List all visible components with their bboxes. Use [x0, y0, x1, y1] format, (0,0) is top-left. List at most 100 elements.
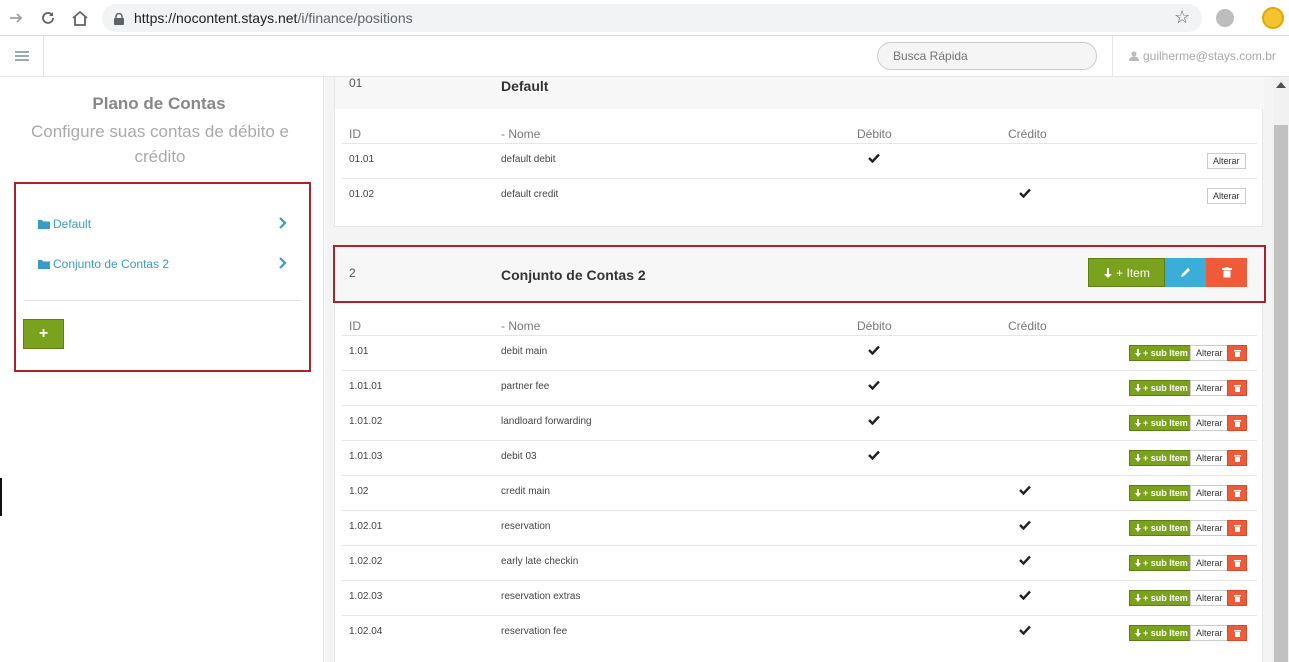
- add-sub-item-label: + sub Item: [1143, 593, 1188, 603]
- arrow-down-icon: [1135, 594, 1141, 602]
- delete-item-button[interactable]: [1227, 380, 1247, 396]
- arrow-down-icon: [1135, 524, 1141, 532]
- table-row: 1.02.03 reservation extras + sub Item Alter…: [342, 580, 1257, 615]
- arrow-down-icon: [1135, 489, 1141, 497]
- sidebar-item-conjunto-2[interactable]: Conjunto de Contas 2: [38, 254, 288, 274]
- sidebar-subtitle: Configure suas contas de débito e crédit…: [30, 122, 289, 166]
- alterar-button[interactable]: Alterar: [1207, 153, 1246, 169]
- row-id: 1.02.01: [349, 521, 383, 532]
- trash-icon: [1233, 490, 1241, 497]
- table-row: 1.02 credit main + sub Item Alterar: [342, 475, 1257, 510]
- add-sub-item-label: + sub Item: [1143, 523, 1188, 533]
- add-sub-item-button[interactable]: + sub Item: [1129, 590, 1193, 606]
- alterar-button[interactable]: Alterar: [1190, 485, 1229, 501]
- alterar-button[interactable]: Alterar: [1190, 625, 1229, 641]
- row-id: 1.01: [349, 346, 369, 357]
- address-bar[interactable]: https://nocontent.stays.net/i/finance/po…: [102, 4, 1202, 32]
- col-id: ID: [349, 127, 361, 141]
- folder-icon: [38, 220, 50, 229]
- sidebar-item-label: Default: [53, 217, 92, 231]
- reload-icon[interactable]: [36, 6, 60, 30]
- trash-icon: [1233, 630, 1241, 637]
- alterar-button[interactable]: Alterar: [1207, 188, 1246, 204]
- row-name: debit 03: [501, 451, 537, 462]
- delete-item-button[interactable]: [1227, 590, 1247, 606]
- alterar-button[interactable]: Alterar: [1190, 450, 1229, 466]
- add-sub-item-button[interactable]: + sub Item: [1129, 485, 1193, 501]
- row-name: landloard forwarding: [501, 416, 592, 427]
- sidebar-item-default[interactable]: Default: [38, 214, 288, 234]
- delete-item-button[interactable]: [1227, 415, 1247, 431]
- add-sub-item-button[interactable]: + sub Item: [1129, 415, 1193, 431]
- scroll-up-arrow-icon[interactable]: [1276, 82, 1286, 88]
- row-name: credit main: [501, 486, 550, 497]
- col-id: ID: [349, 319, 361, 333]
- menu-toggle-button[interactable]: [0, 36, 44, 76]
- table-row: 1.01.02 landloard forwarding + sub Item Alt…: [342, 405, 1257, 440]
- check-icon: [1019, 555, 1031, 565]
- trash-icon: [1233, 560, 1241, 567]
- lock-icon: [114, 12, 124, 25]
- delete-item-button[interactable]: [1227, 485, 1247, 501]
- bookmark-star-icon[interactable]: ☆: [1174, 7, 1190, 28]
- delete-item-button[interactable]: [1227, 520, 1247, 536]
- delete-item-button[interactable]: [1227, 555, 1247, 571]
- add-sub-item-button[interactable]: + sub Item: [1129, 380, 1193, 396]
- trash-icon: [1233, 350, 1241, 357]
- delete-item-button[interactable]: [1227, 450, 1247, 466]
- row-id: 1.02.04: [349, 626, 383, 637]
- add-sub-item-button[interactable]: + sub Item: [1129, 625, 1193, 641]
- table-row: 01.01 default debit Alterar: [342, 143, 1257, 178]
- arrow-down-icon: [1135, 629, 1141, 637]
- check-icon: [1019, 485, 1031, 495]
- add-sub-item-button[interactable]: + sub Item: [1129, 345, 1193, 361]
- account-sets-panel: Default Conjunto de Contas 2 +: [14, 182, 311, 372]
- check-icon: [868, 415, 880, 425]
- scrollbar-thumb[interactable]: [1274, 125, 1288, 662]
- add-sub-item-button[interactable]: + sub Item: [1129, 450, 1193, 466]
- sidebar: Plano de Contas Configure suas contas de…: [0, 77, 324, 662]
- url-path: /i/finance/positions: [297, 10, 413, 26]
- row-id: 01.02: [349, 189, 375, 200]
- account-set-card: 2 Conjunto de Contas 2 + Item ID - Nome …: [334, 245, 1264, 662]
- trash-icon: [1233, 595, 1241, 602]
- add-sub-item-button[interactable]: + sub Item: [1129, 555, 1193, 571]
- alterar-button[interactable]: Alterar: [1190, 555, 1229, 571]
- arrow-down-icon: [1135, 559, 1141, 567]
- home-icon[interactable]: [68, 6, 92, 30]
- add-set-button[interactable]: +: [23, 319, 64, 349]
- browser-toolbar: https://nocontent.stays.net/i/finance/po…: [0, 0, 1289, 36]
- extension-icon[interactable]: [1216, 9, 1234, 27]
- alterar-button[interactable]: Alterar: [1190, 345, 1229, 361]
- add-sub-item-button[interactable]: + sub Item: [1129, 520, 1193, 536]
- app-header: guilherme@stays.com.br: [0, 36, 1289, 77]
- profile-avatar-icon[interactable]: [1262, 7, 1284, 29]
- sidebar-title: Plano de Contas: [92, 94, 226, 113]
- set-name: Default: [501, 78, 549, 94]
- delete-item-button[interactable]: [1227, 345, 1247, 361]
- chevron-right-icon: [279, 257, 287, 269]
- row-name: partner fee: [501, 381, 550, 392]
- alterar-button[interactable]: Alterar: [1190, 415, 1229, 431]
- divider: [24, 300, 301, 301]
- col-name: - Nome: [501, 319, 541, 333]
- check-icon: [1019, 188, 1031, 198]
- trash-icon: [1233, 385, 1241, 392]
- add-sub-item-label: + sub Item: [1143, 418, 1188, 428]
- delete-item-button[interactable]: [1227, 625, 1247, 641]
- col-credit: Crédito: [1008, 319, 1047, 333]
- forward-icon[interactable]: [4, 6, 28, 30]
- add-sub-item-label: + sub Item: [1143, 453, 1188, 463]
- url-host: https://nocontent.stays.net: [134, 10, 298, 26]
- check-icon: [1019, 590, 1031, 600]
- alterar-button[interactable]: Alterar: [1190, 380, 1229, 396]
- card-header: 01 Default: [335, 77, 1264, 109]
- quick-search-input[interactable]: [877, 42, 1097, 70]
- alterar-button[interactable]: Alterar: [1190, 590, 1229, 606]
- user-menu[interactable]: guilherme@stays.com.br: [1112, 36, 1289, 76]
- alterar-button[interactable]: Alterar: [1190, 520, 1229, 536]
- trash-icon: [1233, 420, 1241, 427]
- row-id: 1.01.02: [349, 416, 383, 427]
- row-id: 1.02.02: [349, 556, 383, 567]
- check-icon: [868, 153, 880, 163]
